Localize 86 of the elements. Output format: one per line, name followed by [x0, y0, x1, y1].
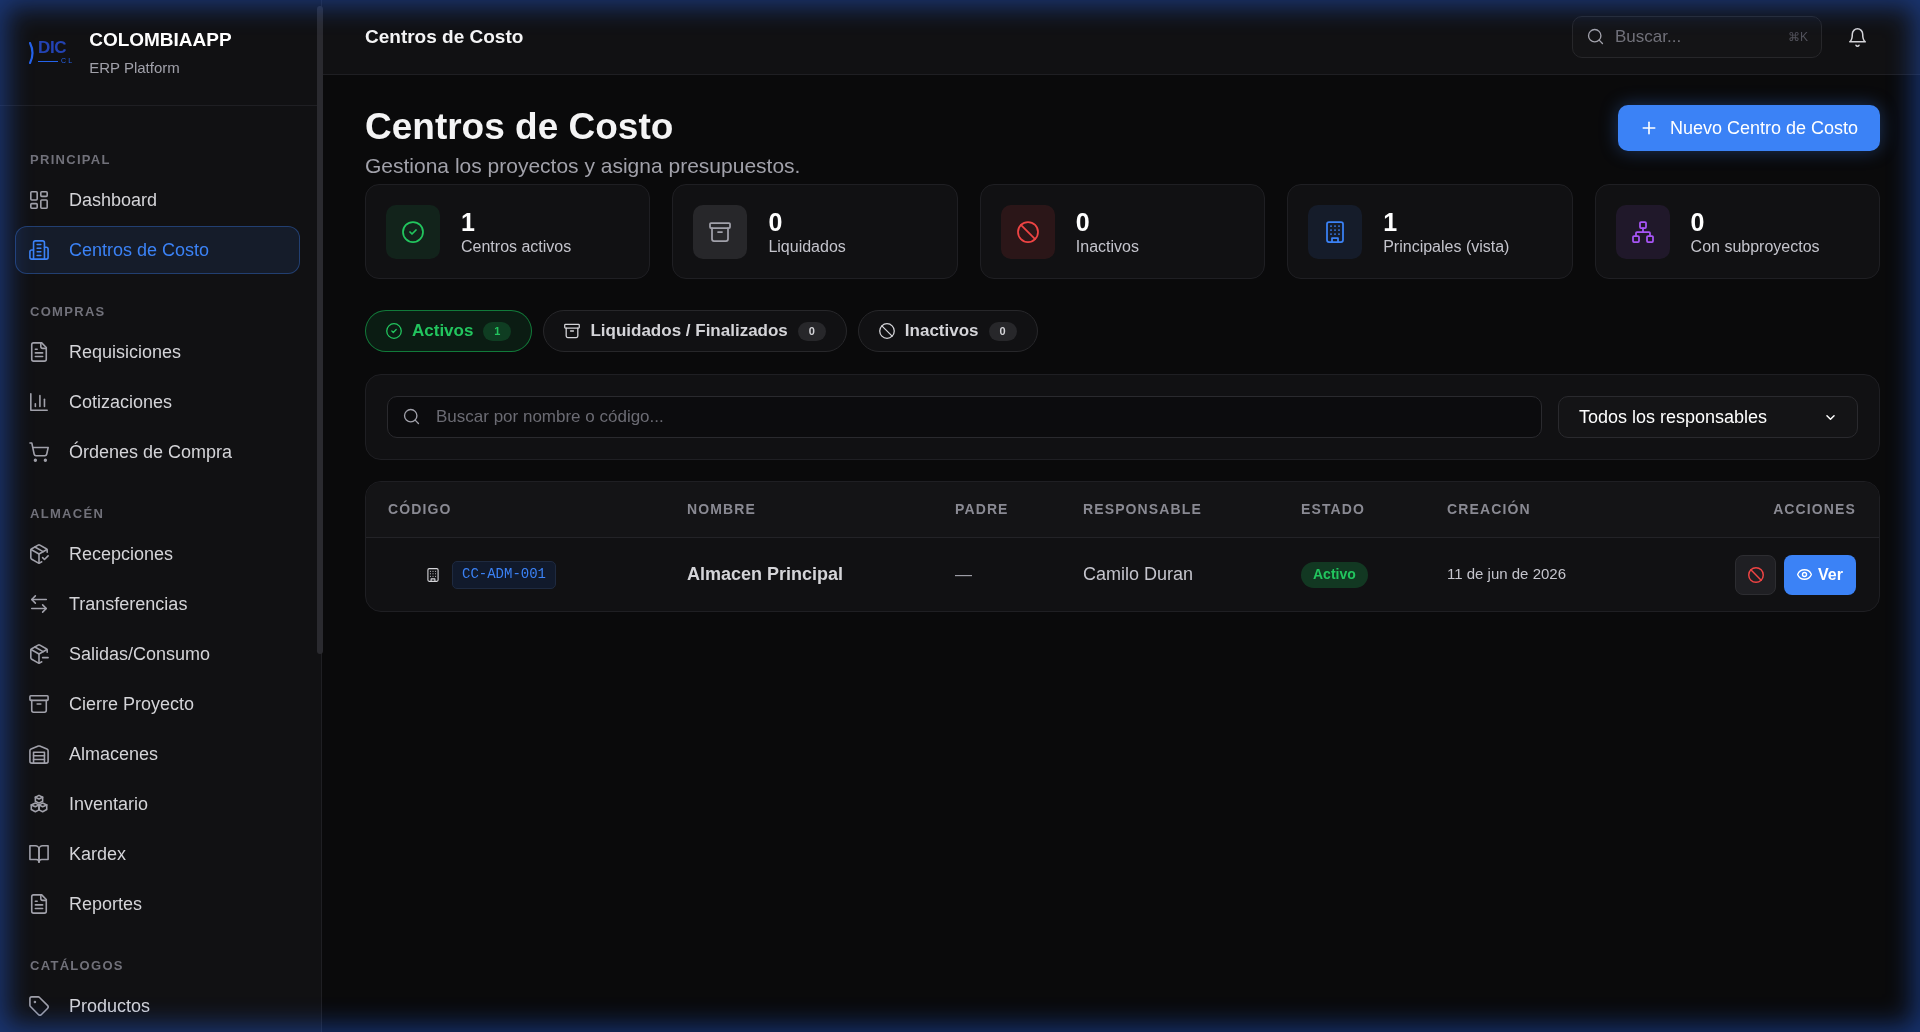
- sidebar-item[interactable]: Kardex: [15, 830, 300, 878]
- sidebar-item[interactable]: Requisiciones: [15, 328, 300, 376]
- prohibited-icon: [1000, 204, 1055, 259]
- page-title: Centros de Costo: [365, 106, 675, 148]
- stat-label: Liquidados: [768, 236, 846, 257]
- document-icon: [29, 894, 49, 914]
- stat-value: 0: [768, 206, 784, 237]
- shortcut-hint: ⌘K: [1788, 29, 1808, 45]
- package-check-icon: [29, 544, 49, 564]
- sidebar-item[interactable]: Salidas/Consumo: [15, 630, 300, 678]
- filter-tab[interactable]: Inactivos 0: [857, 310, 1038, 352]
- sidebar-item[interactable]: Órdenes de Compra: [15, 428, 300, 476]
- column-header: PADRE: [955, 500, 1009, 519]
- sidebar-item[interactable]: Reportes: [15, 880, 300, 928]
- prohibited-icon: [1747, 566, 1764, 583]
- stat-value: 0: [1690, 206, 1706, 237]
- column-header: ACCIONES: [1773, 500, 1856, 519]
- page-subtitle: Gestiona los proyectos y asigna presupuestos.: [365, 153, 801, 179]
- sidebar-item[interactable]: Dashboard: [15, 176, 300, 224]
- stat-value: 0: [1075, 206, 1091, 237]
- search-icon: [403, 408, 420, 425]
- sidebar-item[interactable]: Almacenes: [15, 730, 300, 778]
- check-circle-icon: [386, 323, 402, 339]
- document-icon: [29, 342, 49, 362]
- package-minus-icon: [29, 644, 49, 664]
- book-icon: [29, 844, 49, 864]
- sidebar-item[interactable]: Cotizaciones: [15, 378, 300, 426]
- search-icon: [1587, 28, 1604, 45]
- archive-icon: [564, 323, 581, 339]
- tag-icon: [29, 996, 49, 1016]
- status-badge: Activo: [1301, 561, 1368, 588]
- building-icon: [1308, 204, 1363, 259]
- section-heading: CATÁLOGOS: [29, 958, 125, 974]
- tab-count: 0: [797, 321, 826, 341]
- stat-label: Principales (vista): [1383, 236, 1510, 257]
- bar-chart-icon: [29, 392, 49, 412]
- stat-label: Inactivos: [1075, 236, 1139, 257]
- column-header: ESTADO: [1301, 500, 1366, 519]
- building-icon: [29, 240, 49, 260]
- prohibited-icon: [878, 323, 895, 339]
- column-header: RESPONSABLE: [1083, 500, 1202, 519]
- warehouse-icon: [29, 744, 49, 764]
- responsible-select[interactable]: Todos los responsables: [1558, 396, 1858, 438]
- stat-value: 1: [461, 206, 476, 237]
- dashboard-grid-icon: [29, 190, 49, 210]
- stat-value: 1: [1383, 206, 1399, 237]
- stat-label: Centros activos: [461, 236, 572, 257]
- building-icon: [426, 567, 440, 582]
- column-header: CÓDIGO: [388, 499, 452, 519]
- table-cell-text: Almacen Principal: [687, 563, 844, 586]
- header-title: Centros de Costo: [365, 24, 524, 49]
- new-cost-center-button[interactable]: Nuevo Centro de Costo: [1617, 105, 1880, 151]
- view-button[interactable]: Ver: [1784, 554, 1856, 595]
- column-header: NOMBRE: [687, 500, 756, 519]
- sidebar-item[interactable]: Cierre Proyecto: [15, 680, 300, 728]
- eye-icon: [1797, 567, 1813, 582]
- section-heading: PRINCIPAL: [29, 152, 112, 168]
- scrollbar-thumb[interactable]: [317, 6, 323, 654]
- tab-count: 1: [483, 321, 512, 341]
- filter-tab[interactable]: Liquidados / Finalizados 0: [543, 310, 847, 352]
- section-heading: ALMACÉN: [29, 506, 106, 522]
- code-tag[interactable]: CC-ADM-001: [452, 560, 556, 589]
- sidebar-item[interactable]: Inventario: [15, 780, 300, 828]
- column-header: CREACIÓN: [1447, 499, 1531, 519]
- boxes-icon: [29, 794, 49, 814]
- tab-count: 0: [988, 321, 1017, 341]
- hierarchy-icon: [1615, 204, 1670, 259]
- table-cell-text: —: [955, 563, 972, 586]
- table-cell-text: Camilo Duran: [1083, 563, 1194, 586]
- section-heading: COMPRAS: [29, 304, 107, 320]
- search-field[interactable]: Buscar por nombre o código...: [387, 396, 1542, 438]
- sidebar-item[interactable]: Centros de Costo: [15, 226, 300, 274]
- sidebar-item[interactable]: Transferencias: [15, 580, 300, 628]
- brand-title: COLOMBIAAPP: [89, 27, 232, 52]
- deactivate-button[interactable]: [1735, 554, 1777, 595]
- archive-icon: [693, 204, 748, 259]
- filter-tab[interactable]: Activos 1: [365, 310, 533, 352]
- brand-subtitle: ERP Platform: [89, 57, 181, 78]
- stat-label: Con subproyectos: [1690, 236, 1820, 257]
- sidebar-item[interactable]: Recepciones: [15, 530, 300, 578]
- table-cell-text: 11 de jun de 2026: [1447, 564, 1566, 585]
- cart-icon: [29, 442, 49, 462]
- notification-bell-icon[interactable]: [1848, 27, 1867, 47]
- sidebar-item[interactable]: Productos: [15, 982, 300, 1030]
- archive-icon: [29, 694, 49, 714]
- swap-arrows-icon: [29, 594, 49, 614]
